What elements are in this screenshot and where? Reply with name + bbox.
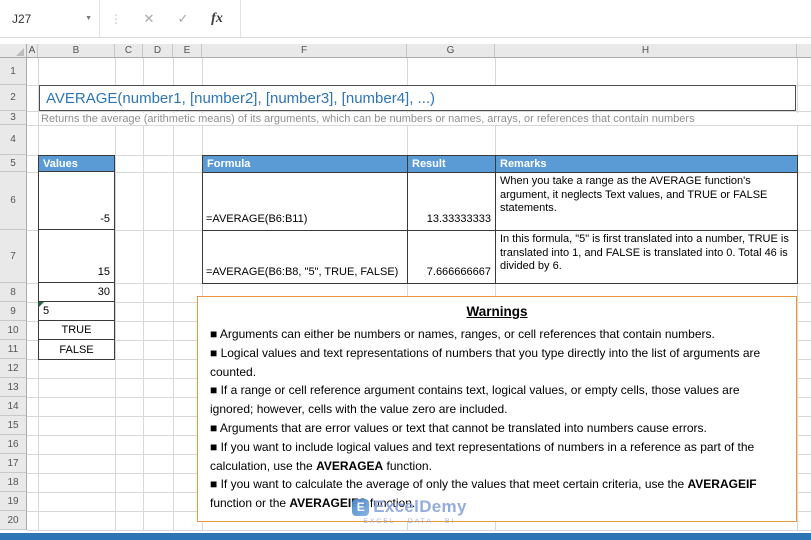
column-header-H[interactable]: H	[495, 44, 797, 57]
name-box-value: J27	[12, 11, 32, 26]
row-header-4[interactable]: 4	[0, 125, 26, 155]
gridline	[797, 58, 798, 530]
name-box[interactable]: J27 ▼	[0, 0, 100, 37]
cell-value: FALSE	[59, 343, 94, 356]
gridline	[27, 125, 811, 126]
row-header-20[interactable]: 20	[0, 511, 26, 530]
gridline	[173, 58, 174, 530]
result-column-header[interactable]: Result	[408, 156, 496, 173]
gridline	[27, 111, 811, 112]
row-header-19[interactable]: 19	[0, 492, 26, 511]
formula-bar: J27 ▼ ⋮ ✕ ✓ fx	[0, 0, 811, 38]
exceldemy-watermark: E ExcelDemy EXCEL - DATA - BI	[327, 497, 492, 525]
formula-cell-1[interactable]: =AVERAGE(B6:B11)	[203, 173, 408, 231]
row-header-9[interactable]: 9	[0, 302, 26, 321]
values-table-header[interactable]: Values	[39, 156, 114, 172]
formula-column-header[interactable]: Formula	[203, 156, 408, 173]
excel-window: J27 ▼ ⋮ ✕ ✓ fx ABCDEFGH 1 2 3 4 5 6 7 8 9 10 11 12 1…	[0, 0, 811, 540]
row-header-14[interactable]: 14	[0, 397, 26, 416]
cell-B10[interactable]: TRUE	[39, 321, 114, 340]
row-header-13[interactable]: 13	[0, 378, 26, 397]
column-header-G[interactable]: G	[407, 44, 495, 57]
cell-value: 15	[97, 266, 110, 278]
cell-B9[interactable]: 5	[39, 302, 114, 321]
row-header-3[interactable]: 3	[0, 111, 26, 125]
enter-icon[interactable]: ✓	[166, 11, 200, 27]
remarks-column-header[interactable]: Remarks	[496, 156, 798, 173]
values-table: Values -5 15 30 5 TRUE FALSE	[38, 155, 115, 360]
column-header-E[interactable]: E	[173, 44, 202, 57]
row-header-10[interactable]: 10	[0, 321, 26, 340]
column-header-B[interactable]: B	[38, 44, 115, 57]
row-header-12[interactable]: 12	[0, 359, 26, 378]
row-header-8[interactable]: 8	[0, 283, 26, 302]
warning-bullet: ■ Arguments that are error values or tex…	[210, 420, 707, 435]
cell-B6[interactable]: -5	[39, 172, 114, 230]
cell-value: -5	[100, 213, 110, 225]
formula-input[interactable]	[240, 0, 811, 37]
warning-bullet: ■ Logical values and text representation…	[210, 345, 761, 379]
remarks-cell-1[interactable]: When you take a range as the AVERAGE fun…	[496, 173, 798, 231]
name-box-dropdown-icon[interactable]: ▼	[85, 15, 92, 22]
formula-bar-handle-icon: ⋮	[110, 11, 122, 26]
warnings-list: ■ Arguments can either be numbers or nam…	[198, 319, 796, 513]
remarks-cell-2[interactable]: In this formula, "5" is first translated…	[496, 231, 798, 284]
row-header-15[interactable]: 15	[0, 416, 26, 435]
function-title: AVERAGE(number1, [number2], [number3], […	[46, 89, 436, 107]
result-cell-2[interactable]: 7.666666667	[408, 231, 496, 284]
bottom-accent-bar	[0, 533, 811, 540]
insert-function-icon[interactable]: fx	[200, 11, 234, 27]
warnings-title: Warnings	[466, 304, 528, 319]
gridline	[115, 58, 116, 530]
row-header-2[interactable]: 2	[0, 85, 26, 111]
function-description[interactable]: Returns the average (arithmetic means) o…	[41, 113, 801, 125]
column-header-F[interactable]: F	[202, 44, 407, 57]
row-header-11[interactable]: 11	[0, 340, 26, 359]
warning-bullet: ■ If you want to calculate the average o…	[210, 477, 757, 511]
row-header-7[interactable]: 7	[0, 230, 26, 283]
warnings-box[interactable]: Warnings ■ Arguments can either be numbe…	[197, 296, 797, 522]
warning-bullet: ■ Arguments can either be numbers or nam…	[210, 327, 715, 341]
row-header-17[interactable]: 17	[0, 454, 26, 473]
row-header-16[interactable]: 16	[0, 435, 26, 454]
warning-bullet: ■ If a range or cell reference argument …	[210, 383, 740, 417]
gridline	[143, 58, 144, 530]
cell-B7[interactable]: 15	[39, 230, 114, 283]
error-indicator-icon	[39, 302, 44, 307]
row-headers: 1 2 3 4 5 6 7 8 9 10 11 12 13 14 15 16 17 18 19 20	[0, 58, 27, 530]
row-header-18[interactable]: 18	[0, 473, 26, 492]
gridline	[27, 530, 811, 531]
column-header-C[interactable]: C	[115, 44, 143, 57]
cancel-icon[interactable]: ✕	[132, 11, 166, 27]
function-title-box[interactable]: AVERAGE(number1, [number2], [number3], […	[39, 85, 796, 111]
cell-B8[interactable]: 30	[39, 283, 114, 302]
exceldemy-logo-icon: E	[352, 498, 370, 516]
cell-B11[interactable]: FALSE	[39, 340, 114, 359]
formula-table: Formula Result Remarks =AVERAGE(B6:B11) …	[202, 155, 798, 284]
formula-cell-2[interactable]: =AVERAGE(B6:B8, "5", TRUE, FALSE)	[203, 231, 408, 284]
exceldemy-tagline: EXCEL - DATA - BI	[363, 518, 456, 525]
warning-bullet: ■ If you want to include logical values …	[210, 439, 755, 473]
exceldemy-name: ExcelDemy	[373, 497, 467, 516]
cell-value: 30	[97, 286, 110, 298]
row-header-1[interactable]: 1	[0, 58, 26, 85]
select-all-corner[interactable]	[0, 44, 27, 58]
row-header-6[interactable]: 6	[0, 172, 26, 230]
column-header-A[interactable]: A	[27, 44, 38, 57]
row-header-5[interactable]: 5	[0, 155, 26, 172]
column-header-D[interactable]: D	[143, 44, 173, 57]
cell-value: TRUE	[61, 324, 92, 336]
column-headers: ABCDEFGH	[27, 44, 811, 58]
result-cell-1[interactable]: 13.33333333	[408, 173, 496, 231]
